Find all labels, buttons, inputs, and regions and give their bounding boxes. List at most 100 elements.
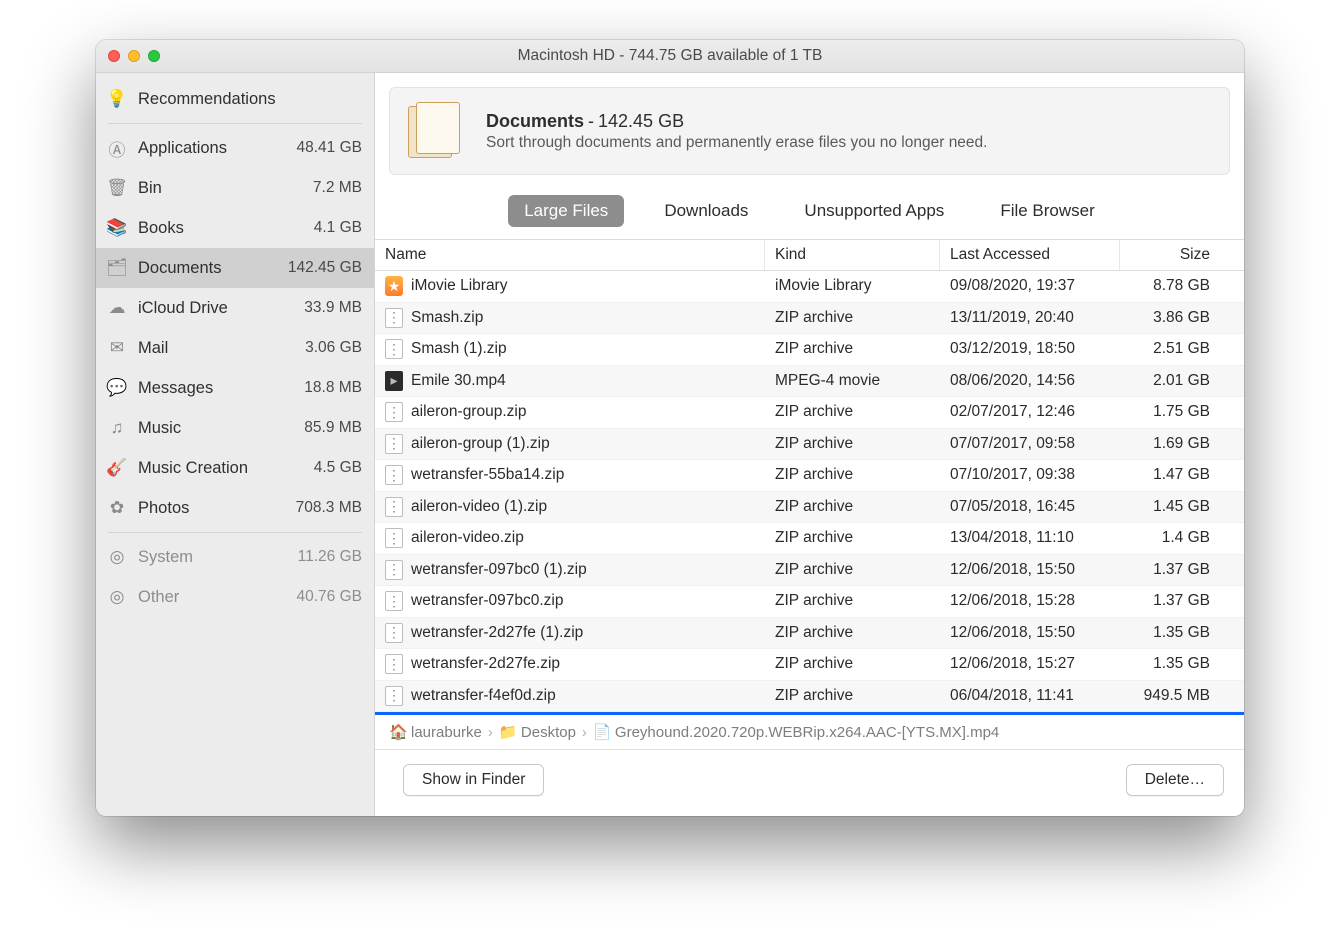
category-title: Documents (486, 111, 584, 131)
cell-kind: ZIP archive (765, 498, 940, 516)
sidebar-item-label: Messages (138, 379, 304, 398)
sidebar-item-music[interactable]: ♫Music85.9 MB (96, 408, 374, 448)
table-row[interactable]: ⋮Smash (1).zipZIP archive03/12/2019, 18:… (375, 334, 1244, 366)
table-row[interactable]: ⋮aileron-group.zipZIP archive02/07/2017,… (375, 397, 1244, 429)
sidebar-item-mail[interactable]: ✉ Mail3.06 GB (96, 328, 374, 368)
guitar-icon: 🎸 (106, 457, 128, 479)
sidebar-item-label: Music Creation (138, 459, 314, 478)
sidebar-item-label: Books (138, 219, 314, 238)
table-row[interactable]: ⋮wetransfer-2d27fe (1).zipZIP archive12/… (375, 618, 1244, 650)
cell-accessed: 12/06/2018, 15:50 (940, 561, 1120, 579)
sidebar-item-size: 48.41 GB (297, 139, 363, 157)
apps-icon: Ⓐ (106, 137, 128, 159)
zip-file-icon: ⋮ (385, 308, 403, 328)
delete-button[interactable]: Delete… (1126, 764, 1224, 796)
window-title: Macintosh HD - 744.75 GB available of 1 … (96, 47, 1244, 65)
folder-icon: 📁 (499, 723, 515, 741)
cell-accessed: 09/08/2020, 19:37 (940, 277, 1120, 295)
file-name: Emile 30.mp4 (411, 372, 506, 390)
cell-accessed: 13/11/2019, 20:40 (940, 309, 1120, 327)
sidebar-item-music-creation[interactable]: 🎸Music Creation4.5 GB (96, 448, 374, 488)
cell-accessed: 02/07/2017, 12:46 (940, 403, 1120, 421)
sidebar-item-applications[interactable]: Ⓐ Applications48.41 GB (96, 128, 374, 168)
trash-icon: 🗑 (106, 177, 128, 199)
messages-icon: 💬 (106, 377, 128, 399)
file-table: Name Kind Last Accessed Size ★iMovie Lib… (375, 240, 1244, 712)
sidebar-item-size: 40.76 GB (297, 588, 363, 606)
cell-size: 1.69 GB (1120, 435, 1220, 453)
table-header: Name Kind Last Accessed Size (375, 240, 1244, 271)
path-segment[interactable]: Greyhound.2020.720p.WEBRip.x264.AAC-[YTS… (615, 724, 999, 741)
sidebar-item-bin[interactable]: 🗑Bin7.2 MB (96, 168, 374, 208)
sidebar-item-recommendations[interactable]: 💡 Recommendations (96, 79, 374, 119)
show-in-finder-button[interactable]: Show in Finder (403, 764, 544, 796)
cell-name: ⋮wetransfer-097bc0 (1).zip (375, 560, 765, 580)
file-name: aileron-group.zip (411, 403, 526, 421)
storage-management-window: Macintosh HD - 744.75 GB available of 1 … (96, 40, 1244, 816)
sidebar-item-size: 7.2 MB (313, 179, 362, 197)
table-row[interactable]: ★iMovie LibraryiMovie Library09/08/2020,… (375, 271, 1244, 303)
minimize-button[interactable] (128, 50, 140, 62)
cell-name: ⋮Smash.zip (375, 308, 765, 328)
table-row[interactable]: ⋮aileron-video.zipZIP archive13/04/2018,… (375, 523, 1244, 555)
column-header-size[interactable]: Size (1120, 240, 1220, 270)
table-body[interactable]: ★iMovie LibraryiMovie Library09/08/2020,… (375, 271, 1244, 712)
sidebar-item-icloud-drive[interactable]: ☁iCloud Drive33.9 MB (96, 288, 374, 328)
column-header-kind[interactable]: Kind (765, 240, 940, 270)
table-row[interactable]: ▸Emile 30.mp4MPEG-4 movie08/06/2020, 14:… (375, 366, 1244, 398)
table-row[interactable]: ⋮wetransfer-55ba14.zipZIP archive07/10/2… (375, 460, 1244, 492)
tab-file-browser[interactable]: File Browser (984, 195, 1110, 227)
table-row[interactable]: ⋮wetransfer-097bc0 (1).zipZIP archive12/… (375, 555, 1244, 587)
table-row[interactable]: ⋮wetransfer-2d27fe.zipZIP archive12/06/2… (375, 649, 1244, 681)
sidebar-item-label: Applications (138, 139, 297, 158)
cell-kind: ZIP archive (765, 340, 940, 358)
file-name: wetransfer-097bc0.zip (411, 592, 564, 610)
path-segment[interactable]: lauraburke (411, 724, 482, 741)
disk-icon: ◎ (106, 546, 128, 568)
table-row[interactable]: ⋮Smash.zipZIP archive13/11/2019, 20:403.… (375, 303, 1244, 335)
cell-accessed: 03/12/2019, 18:50 (940, 340, 1120, 358)
path-bar[interactable]: 🏠 lauraburke › 📁 Desktop › 📄 Greyhound.2… (375, 715, 1244, 750)
tab-bar: Large Files Downloads Unsupported Apps File… (375, 189, 1244, 240)
sidebar-item-messages[interactable]: 💬 Messages18.8 MB (96, 368, 374, 408)
sidebar-item-size: 18.8 MB (304, 379, 362, 397)
path-segment[interactable]: Desktop (521, 724, 576, 741)
cell-name: ⋮aileron-group.zip (375, 402, 765, 422)
file-name: aileron-video (1).zip (411, 498, 547, 516)
close-button[interactable] (108, 50, 120, 62)
cell-size: 1.35 GB (1120, 624, 1220, 642)
cell-name: ⋮wetransfer-f4ef0d.zip (375, 686, 765, 706)
tab-downloads[interactable]: Downloads (648, 195, 764, 227)
category-header: Documents-142.45 GB Sort through documen… (389, 87, 1230, 175)
table-row[interactable]: ⋮wetransfer-f4ef0d.zipZIP archive06/04/2… (375, 681, 1244, 713)
table-row[interactable]: ⋮aileron-group (1).zipZIP archive07/07/2… (375, 429, 1244, 461)
cell-kind: ZIP archive (765, 624, 940, 642)
file-name: iMovie Library (411, 277, 507, 295)
tab-large-files[interactable]: Large Files (508, 195, 624, 227)
sidebar-item-size: 3.06 GB (305, 339, 362, 357)
sidebar-item-label: iCloud Drive (138, 299, 304, 318)
zip-file-icon: ⋮ (385, 623, 403, 643)
cell-name: ⋮aileron-group (1).zip (375, 434, 765, 454)
zip-file-icon: ⋮ (385, 654, 403, 674)
tab-unsupported-apps[interactable]: Unsupported Apps (788, 195, 960, 227)
column-header-accessed[interactable]: Last Accessed (940, 240, 1120, 270)
table-row[interactable]: ⋮aileron-video (1).zipZIP archive07/05/2… (375, 492, 1244, 524)
footer-bar: Show in Finder Delete… (375, 750, 1244, 816)
sidebar-item-label: Mail (138, 339, 305, 358)
sidebar-item-books[interactable]: 📚Books4.1 GB (96, 208, 374, 248)
column-header-name[interactable]: Name (375, 240, 765, 270)
file-name: wetransfer-f4ef0d.zip (411, 687, 556, 705)
mail-icon: ✉ (106, 337, 128, 359)
sidebar-item-documents[interactable]: 🗂Documents142.45 GB (96, 248, 374, 288)
maximize-button[interactable] (148, 50, 160, 62)
traffic-lights (108, 50, 160, 62)
cell-accessed: 08/06/2020, 14:56 (940, 372, 1120, 390)
file-name: aileron-video.zip (411, 529, 524, 547)
titlebar[interactable]: Macintosh HD - 744.75 GB available of 1 … (96, 40, 1244, 73)
table-row[interactable]: ⋮wetransfer-097bc0.zipZIP archive12/06/2… (375, 586, 1244, 618)
cell-kind: ZIP archive (765, 466, 940, 484)
zip-file-icon: ⋮ (385, 591, 403, 611)
sidebar-item-photos[interactable]: ✿Photos708.3 MB (96, 488, 374, 528)
sidebar-item-size: 708.3 MB (296, 499, 362, 517)
